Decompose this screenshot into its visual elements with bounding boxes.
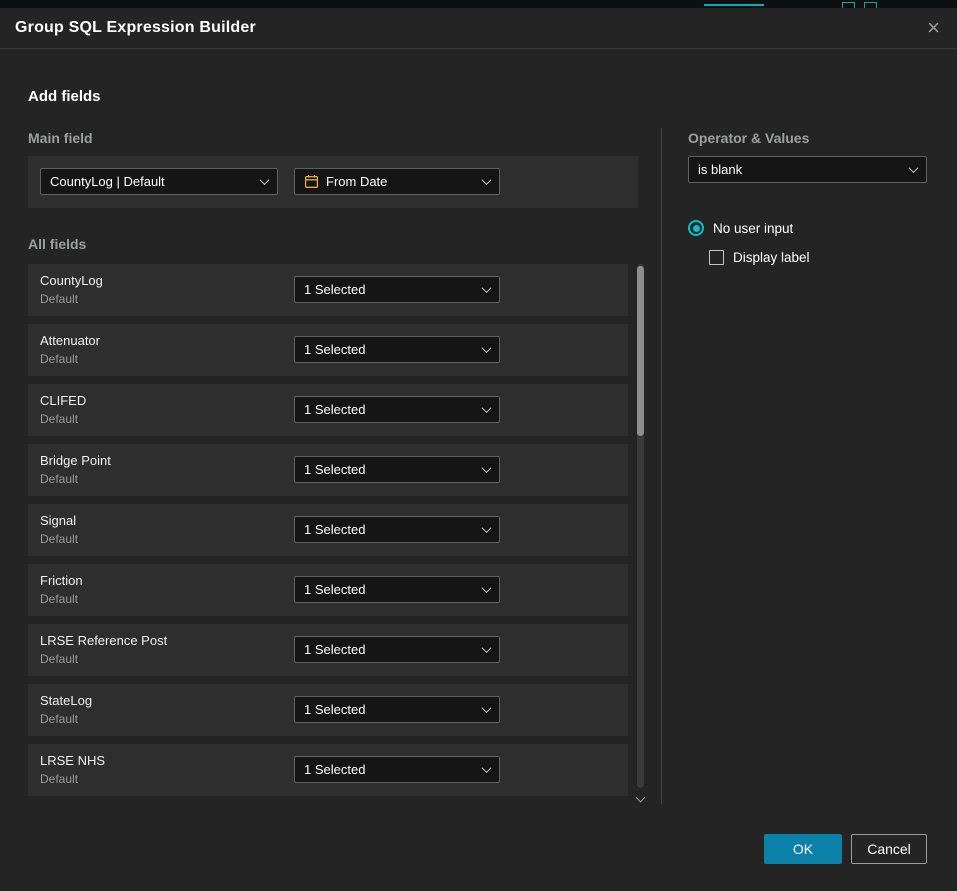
calendar-icon: [304, 174, 319, 189]
field-row: CLIFED Default 1 Selected: [28, 384, 628, 436]
add-fields-heading: Add fields: [28, 88, 101, 105]
field-type: Default: [40, 292, 103, 306]
field-row: CountyLog Default 1 Selected: [28, 264, 628, 316]
main-field-panel: CountyLog | Default From Date: [28, 156, 638, 208]
dropdown-value: is blank: [698, 162, 742, 177]
dropdown-value: CountyLog | Default: [50, 174, 165, 189]
field-row: Signal Default 1 Selected: [28, 504, 628, 556]
field-name: CountyLog: [40, 273, 103, 288]
dropdown-value: 1 Selected: [304, 642, 365, 657]
operator-values-label: Operator & Values: [688, 130, 809, 146]
scrollbar-track[interactable]: [637, 264, 644, 788]
field-row-text: Attenuator Default: [40, 333, 100, 366]
close-icon[interactable]: ×: [925, 17, 942, 39]
no-user-input-option[interactable]: No user input: [688, 220, 793, 236]
field-selection-dropdown[interactable]: 1 Selected: [294, 336, 500, 363]
field-name: CLIFED: [40, 393, 86, 408]
chevron-down-icon: [482, 175, 492, 185]
field-name: Friction: [40, 573, 83, 588]
field-type: Default: [40, 772, 105, 786]
dropdown-value: 1 Selected: [304, 762, 365, 777]
dropdown-value: 1 Selected: [304, 282, 365, 297]
field-row: Bridge Point Default 1 Selected: [28, 444, 628, 496]
chevron-down-icon: [482, 703, 492, 713]
cancel-button[interactable]: Cancel: [851, 834, 927, 864]
field-type: Default: [40, 472, 111, 486]
chevron-down-icon: [482, 583, 492, 593]
field-row-text: LRSE Reference Post Default: [40, 633, 167, 666]
main-field-source-dropdown[interactable]: CountyLog | Default: [40, 168, 278, 195]
dropdown-value: 1 Selected: [304, 402, 365, 417]
field-selection-dropdown[interactable]: 1 Selected: [294, 696, 500, 723]
field-row-text: Bridge Point Default: [40, 453, 111, 486]
dropdown-value: 1 Selected: [304, 342, 365, 357]
field-row-text: StateLog Default: [40, 693, 92, 726]
field-name: LRSE Reference Post: [40, 633, 167, 648]
field-name: LRSE NHS: [40, 753, 105, 768]
field-row-text: CLIFED Default: [40, 393, 86, 426]
dialog-header: Group SQL Expression Builder ×: [0, 8, 957, 49]
field-row-text: Friction Default: [40, 573, 83, 606]
dialog-title: Group SQL Expression Builder: [15, 19, 256, 37]
field-row: StateLog Default 1 Selected: [28, 684, 628, 736]
no-user-input-label: No user input: [713, 221, 793, 236]
operator-dropdown[interactable]: is blank: [688, 156, 927, 183]
background-app-strip: [0, 0, 957, 8]
dialog-footer: OK Cancel: [764, 834, 927, 864]
field-selection-dropdown[interactable]: 1 Selected: [294, 396, 500, 423]
field-row-text: Signal Default: [40, 513, 78, 546]
field-row: LRSE NHS Default 1 Selected: [28, 744, 628, 796]
chevron-down-icon: [482, 763, 492, 773]
field-name: StateLog: [40, 693, 92, 708]
field-selection-dropdown[interactable]: 1 Selected: [294, 636, 500, 663]
main-field-label: Main field: [28, 130, 93, 146]
dropdown-value: 1 Selected: [304, 702, 365, 717]
field-type: Default: [40, 652, 167, 666]
column-divider: [661, 128, 662, 804]
field-row-text: CountyLog Default: [40, 273, 103, 306]
field-selection-dropdown[interactable]: 1 Selected: [294, 276, 500, 303]
field-selection-dropdown[interactable]: 1 Selected: [294, 456, 500, 483]
display-label-option[interactable]: Display label: [709, 250, 810, 265]
radio-selected-icon[interactable]: [688, 220, 704, 236]
main-field-field-dropdown[interactable]: From Date: [294, 168, 500, 195]
field-selection-dropdown[interactable]: 1 Selected: [294, 576, 500, 603]
field-type: Default: [40, 352, 100, 366]
field-name: Attenuator: [40, 333, 100, 348]
background-teal-fragment: [704, 3, 764, 6]
checkbox-unchecked-icon[interactable]: [709, 250, 724, 265]
dropdown-value: 1 Selected: [304, 582, 365, 597]
field-type: Default: [40, 712, 92, 726]
group-sql-expression-builder-dialog: Group SQL Expression Builder × Add field…: [0, 8, 957, 891]
ok-button[interactable]: OK: [764, 834, 842, 864]
display-label-label: Display label: [733, 250, 810, 265]
chevron-down-icon: [482, 463, 492, 473]
chevron-down-icon: [482, 343, 492, 353]
scroll-down-icon[interactable]: [636, 793, 646, 803]
field-selection-dropdown[interactable]: 1 Selected: [294, 516, 500, 543]
field-type: Default: [40, 412, 86, 426]
dropdown-value: 1 Selected: [304, 462, 365, 477]
scrollbar-thumb[interactable]: [637, 266, 644, 436]
chevron-down-icon: [482, 643, 492, 653]
chevron-down-icon: [482, 403, 492, 413]
dropdown-value: 1 Selected: [304, 522, 365, 537]
field-selection-dropdown[interactable]: 1 Selected: [294, 756, 500, 783]
chevron-down-icon: [482, 283, 492, 293]
field-name: Signal: [40, 513, 78, 528]
all-fields-list: CountyLog Default 1 Selected Attenuator …: [28, 264, 628, 804]
field-row: LRSE Reference Post Default 1 Selected: [28, 624, 628, 676]
field-name: Bridge Point: [40, 453, 111, 468]
dropdown-value: From Date: [326, 174, 387, 189]
field-type: Default: [40, 592, 83, 606]
field-row-text: LRSE NHS Default: [40, 753, 105, 786]
chevron-down-icon: [909, 163, 919, 173]
all-fields-label: All fields: [28, 236, 86, 252]
chevron-down-icon: [260, 175, 270, 185]
field-row: Friction Default 1 Selected: [28, 564, 628, 616]
field-type: Default: [40, 532, 78, 546]
field-row: Attenuator Default 1 Selected: [28, 324, 628, 376]
screen: Group SQL Expression Builder × Add field…: [0, 0, 957, 891]
chevron-down-icon: [482, 523, 492, 533]
